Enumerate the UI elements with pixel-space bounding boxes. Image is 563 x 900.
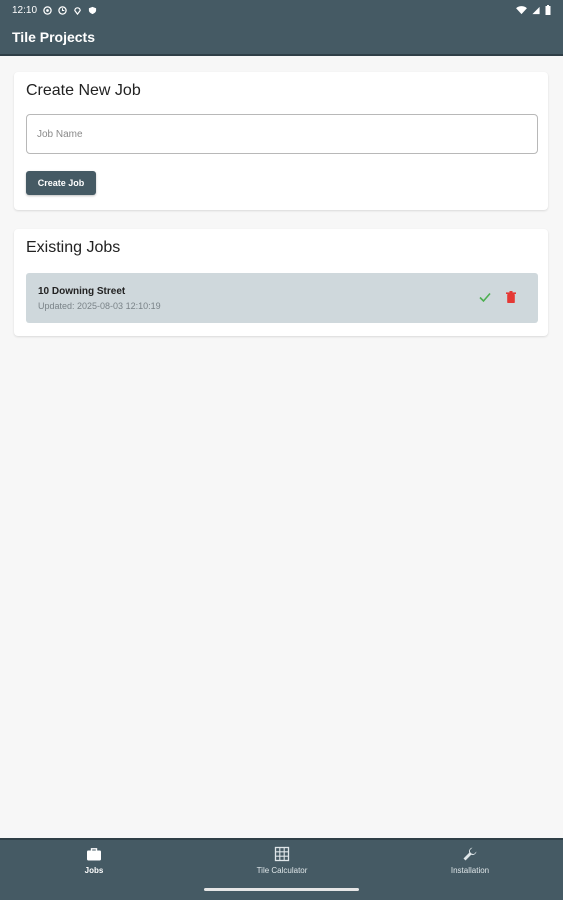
location-icon: [73, 6, 82, 15]
nav-item-jobs[interactable]: Jobs: [34, 846, 154, 880]
delete-icon[interactable]: [504, 290, 518, 304]
status-right: [516, 5, 551, 15]
create-job-button[interactable]: Create Job: [26, 171, 96, 195]
job-updated: Updated: 2025-08-03 12:10:19: [38, 301, 161, 311]
existing-jobs-title: Existing Jobs: [26, 239, 121, 256]
nav-label-jobs: Jobs: [84, 866, 104, 875]
nav-item-installation[interactable]: Installation: [410, 846, 530, 880]
check-icon[interactable]: [478, 290, 492, 304]
job-row[interactable]: 10 Downing Street Updated: 2025-08-03 12…: [26, 273, 538, 323]
status-left: 12:10: [12, 5, 97, 16]
create-job-title: Create New Job: [26, 82, 141, 99]
status-time: 12:10: [12, 4, 38, 16]
bottom-nav: Jobs Tile Calculator Installation: [0, 838, 563, 900]
clock-icon: [58, 5, 67, 15]
job-actions: [478, 290, 518, 304]
battery-icon: [545, 5, 551, 15]
app-bar: Tile Projects: [0, 20, 563, 56]
nav-item-tile-calculator[interactable]: Tile Calculator: [222, 846, 342, 880]
signal-icon: [531, 6, 541, 15]
job-name: 10 Downing Street: [38, 286, 126, 297]
create-job-card: Create New Job Create Job: [14, 72, 548, 210]
job-name-input[interactable]: [26, 114, 538, 154]
briefcase-icon: [86, 846, 102, 862]
existing-jobs-card: Existing Jobs 10 Downing Street Updated:…: [14, 229, 548, 336]
nav-label-installation: Installation: [450, 866, 490, 875]
status-bar: 12:10: [0, 0, 563, 20]
wrench-icon: [462, 846, 478, 862]
settings-icon: [43, 5, 52, 15]
nav-label-tile-calculator: Tile Calculator: [256, 866, 308, 875]
grid-icon: [274, 846, 290, 862]
home-indicator[interactable]: [204, 888, 359, 891]
shield-icon: [88, 6, 97, 15]
wifi-icon: [516, 5, 527, 15]
app-title: Tile Projects: [12, 29, 96, 45]
